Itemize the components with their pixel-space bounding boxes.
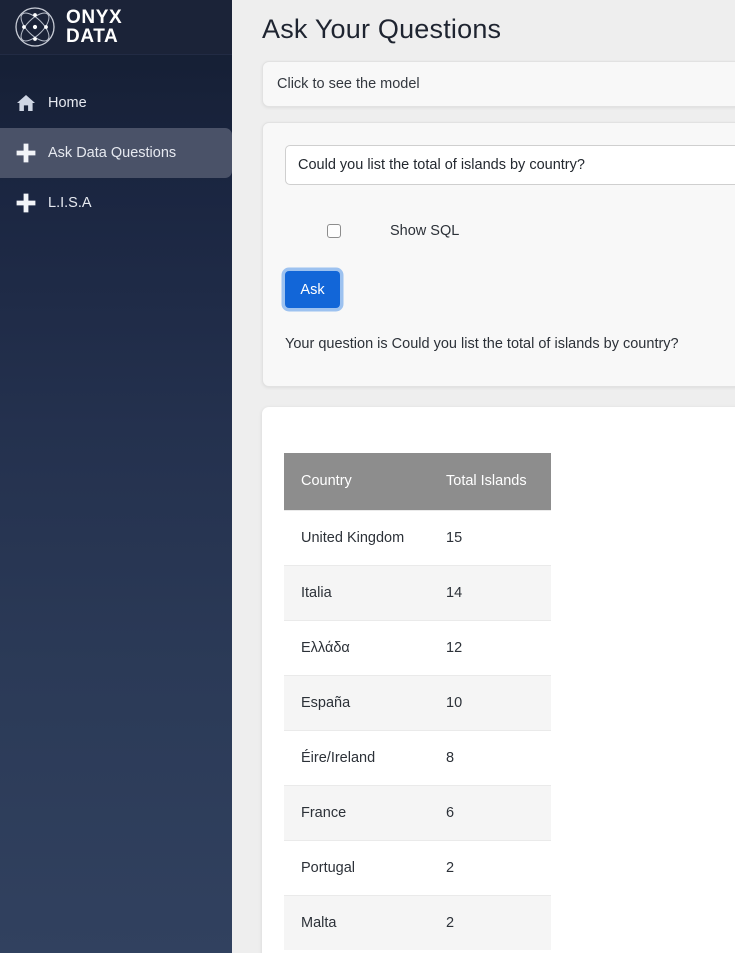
sidebar: ONYX DATA Home Ask Data Questions L.I.S.… [0, 0, 232, 953]
cell-country: Ελλάδα [284, 619, 436, 675]
question-form-card: Show SQL Ask Your question is Could you … [262, 122, 735, 387]
cell-country: España [284, 674, 436, 730]
table-row: Portugal 2 [284, 839, 551, 895]
table-row: France 6 [284, 784, 551, 840]
sidebar-item-ask-data-questions[interactable]: Ask Data Questions [0, 128, 232, 178]
plus-icon [13, 140, 39, 166]
cell-total-islands: 10 [436, 674, 551, 730]
table-row: Italia 14 [284, 564, 551, 620]
cell-total-islands: 8 [436, 729, 551, 785]
question-input[interactable] [285, 145, 735, 185]
sidebar-item-ask-data-questions-label: Ask Data Questions [48, 145, 177, 161]
table-row: Éire/Ireland 8 [284, 729, 551, 785]
sidebar-item-home-label: Home [48, 95, 87, 111]
ask-button[interactable]: Ask [285, 271, 340, 308]
cell-country: Portugal [284, 839, 436, 895]
column-header-total-islands[interactable]: Total Islands [436, 453, 551, 510]
app-root: ONYX DATA Home Ask Data Questions L.I.S.… [0, 0, 735, 953]
cell-total-islands: 14 [436, 564, 551, 620]
cell-country: Italia [284, 564, 436, 620]
sidebar-item-lisa-label: L.I.S.A [48, 195, 92, 211]
cell-country: Malta [284, 894, 436, 950]
results-table-body: United Kingdom 15 Italia 14 Ελλάδα 12 Es… [284, 509, 551, 950]
brand-line-1: ONYX [66, 7, 123, 28]
show-sql-label[interactable]: Show SQL [390, 223, 459, 239]
cell-total-islands: 12 [436, 619, 551, 675]
model-info-card[interactable]: Click to see the model [262, 61, 735, 107]
sidebar-item-lisa[interactable]: L.I.S.A [0, 178, 232, 228]
table-row: Ελλάδα 12 [284, 619, 551, 675]
brand-line-2: DATA [66, 26, 119, 47]
onyx-atom-logo-icon [13, 5, 57, 49]
main-content: Ask Your Questions Click to see the mode… [232, 0, 735, 953]
page-title: Ask Your Questions [262, 14, 502, 44]
table-row: Malta 2 [284, 894, 551, 950]
sidebar-item-home[interactable]: Home [0, 78, 232, 128]
cell-total-islands: 2 [436, 894, 551, 950]
table-row: España 10 [284, 674, 551, 730]
table-row: United Kingdom 15 [284, 509, 551, 565]
table-header-row: Country Total Islands [284, 453, 551, 510]
show-sql-checkbox[interactable] [327, 224, 341, 238]
model-info-label: Click to see the model [277, 76, 420, 92]
cell-country: Éire/Ireland [284, 729, 436, 785]
brand-name: ONYX DATA [66, 8, 122, 46]
cell-total-islands: 6 [436, 784, 551, 840]
home-icon [13, 90, 39, 116]
column-header-country[interactable]: Country [284, 453, 436, 510]
show-sql-row: Show SQL [285, 223, 735, 239]
results-card: Country Total Islands United Kingdom 15 … [262, 407, 735, 953]
cell-total-islands: 15 [436, 509, 551, 565]
cell-total-islands: 2 [436, 839, 551, 895]
question-echo-text: Your question is Could you list the tota… [285, 336, 679, 352]
sidebar-nav: Home Ask Data Questions L.I.S.A [0, 55, 232, 228]
plus-icon [13, 190, 39, 216]
brand-header[interactable]: ONYX DATA [0, 0, 232, 55]
cell-country: France [284, 784, 436, 840]
ask-button-wrap: Ask [285, 271, 735, 308]
cell-country: United Kingdom [284, 509, 436, 565]
results-table: Country Total Islands United Kingdom 15 … [284, 453, 551, 950]
